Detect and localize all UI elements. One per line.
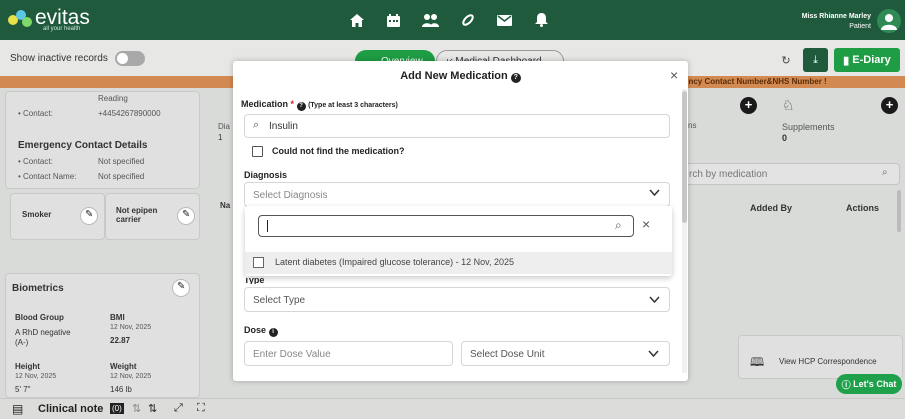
dose-unit-select[interactable]: Select Dose Unit xyxy=(461,341,670,366)
dose-unit-placeholder: Select Dose Unit xyxy=(470,349,545,360)
diagnosis-option-checkbox[interactable] xyxy=(253,257,264,268)
info-icon: ? xyxy=(510,73,521,83)
info-icon: ? xyxy=(296,102,306,111)
diagnosis-select[interactable]: Select Diagnosis xyxy=(244,182,670,207)
modal-title: Add New Medication ? xyxy=(233,70,688,83)
medication-input[interactable]: ⌕ Insulin xyxy=(244,114,670,138)
modal-title-text: Add New Medication xyxy=(400,70,508,82)
chevron-down-icon xyxy=(649,294,660,305)
dose-label: Dose xyxy=(244,325,267,335)
required-marker: * xyxy=(290,99,295,109)
type-label: Type xyxy=(244,278,265,284)
dose-field-label: Dose i xyxy=(244,325,278,337)
diagnosis-search-input[interactable]: ⌕ xyxy=(258,215,634,237)
modal-scroll-thumb[interactable] xyxy=(682,91,687,223)
medication-input-value: Insulin xyxy=(269,121,298,132)
text-cursor xyxy=(267,220,268,232)
not-found-label: Could not find the medication? xyxy=(272,146,405,156)
diagnosis-option-label: Latent diabetes (Impaired glucose tolera… xyxy=(275,257,514,267)
search-icon: ⌕ xyxy=(253,119,260,131)
not-found-checkbox[interactable] xyxy=(252,146,263,157)
medication-field-label: Medication * ? (Type at least 3 characte… xyxy=(241,99,398,111)
add-medication-modal: Add New Medication ? × Medication * ? (T… xyxy=(233,61,688,381)
diagnosis-placeholder: Select Diagnosis xyxy=(253,190,328,201)
diagnosis-option[interactable]: Latent diabetes (Impaired glucose tolera… xyxy=(245,252,672,274)
info-icon: i xyxy=(268,328,278,337)
close-icon[interactable]: × xyxy=(670,67,678,83)
search-icon: ⌕ xyxy=(615,218,622,232)
dose-value-input[interactable]: Enter Dose Value xyxy=(244,341,453,366)
clear-search-icon[interactable]: × xyxy=(642,216,650,232)
type-select[interactable]: Select Type xyxy=(244,287,670,312)
type-placeholder: Select Type xyxy=(253,295,306,306)
chevron-down-icon xyxy=(649,187,660,198)
medication-label: Medication xyxy=(241,99,289,109)
chevron-down-icon xyxy=(648,348,659,359)
dose-placeholder: Enter Dose Value xyxy=(253,349,331,360)
medication-hint: (Type at least 3 characters) xyxy=(308,102,398,109)
diagnosis-dropdown: ⌕ × Latent diabetes (Impaired glucose to… xyxy=(245,206,672,276)
diagnosis-label: Diagnosis xyxy=(244,170,288,180)
